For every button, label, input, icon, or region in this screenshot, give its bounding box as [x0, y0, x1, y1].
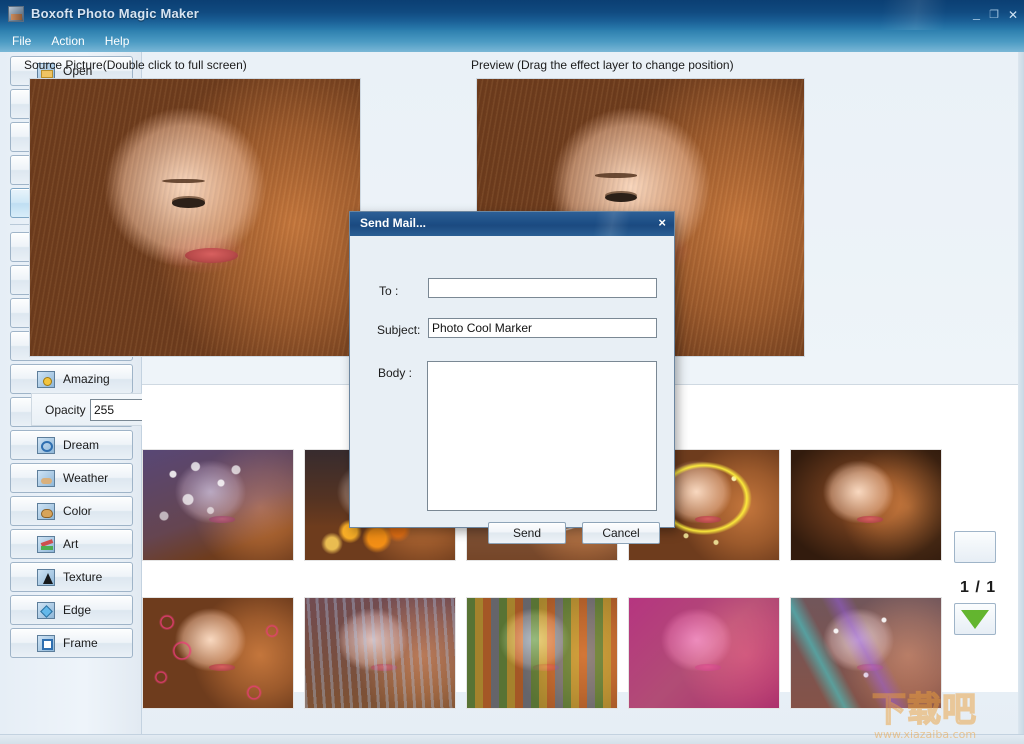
subject-value: Photo Cool Marker — [432, 321, 533, 335]
thumbnail-item[interactable] — [790, 449, 942, 561]
body-label: Body : — [378, 366, 413, 380]
minimize-icon[interactable] — [973, 8, 980, 21]
subject-input[interactable]: Photo Cool Marker — [428, 318, 657, 338]
texture-a-icon — [37, 569, 55, 586]
to-label: To : — [379, 284, 399, 298]
palette-icon — [37, 503, 55, 520]
sidebar-item-dream[interactable]: Dream — [10, 430, 133, 460]
down-arrow-icon — [961, 609, 989, 629]
dialog-body: To : Subject: Photo Cool Marker Body : S… — [350, 236, 674, 544]
sidebar-item-label: Amazing — [63, 372, 110, 386]
sidebar-item-label: Color — [63, 504, 92, 518]
sidebar-item-label: Edge — [63, 603, 92, 617]
window-controls — [973, 7, 1018, 22]
sidebar-item-label: Frame — [63, 636, 98, 650]
sidebar-item-color[interactable]: Color — [10, 496, 133, 526]
thumbnail-item[interactable] — [466, 597, 618, 709]
close-icon[interactable] — [1008, 8, 1018, 22]
preview-label: Preview (Drag the effect layer to change… — [471, 58, 734, 72]
source-picture[interactable] — [29, 78, 361, 357]
sidebar-item-label: Dream — [63, 438, 100, 452]
dream-ring-icon — [37, 437, 55, 454]
subject-label: Subject: — [377, 323, 421, 337]
application-window: Boxoft Photo Magic Maker File Action Hel… — [0, 0, 1024, 744]
thumbnail-item[interactable] — [790, 597, 942, 709]
sidebar-item-art[interactable]: Art — [10, 529, 133, 559]
page-up-button[interactable] — [954, 531, 996, 563]
thumbnail-item[interactable] — [628, 597, 780, 709]
smiley-icon — [37, 371, 55, 388]
dialog-close-icon[interactable]: × — [658, 216, 666, 230]
body-textarea[interactable] — [427, 361, 657, 511]
sidebar-item-edge[interactable]: Edge — [10, 595, 133, 625]
thumbnail-item[interactable] — [142, 449, 294, 561]
frame-icon — [37, 635, 55, 652]
menu-bar: File Action Help — [0, 30, 1024, 52]
source-picture-label: Source Picture(Double click to full scre… — [24, 58, 247, 72]
sidebar-item-label: Art — [63, 537, 79, 551]
thumbnail-item[interactable] — [142, 597, 294, 709]
menu-item-file[interactable]: File — [12, 34, 31, 48]
page-down-button[interactable] — [954, 603, 996, 635]
art-brush-icon — [37, 536, 55, 553]
source-portrait-image — [30, 79, 360, 356]
window-title: Boxoft Photo Magic Maker — [31, 6, 200, 21]
menu-item-help[interactable]: Help — [105, 34, 130, 48]
thumbnail-item[interactable] — [304, 597, 456, 709]
dialog-title: Send Mail... — [360, 216, 427, 230]
maximize-icon[interactable] — [989, 7, 999, 22]
right-edge-strip — [1018, 52, 1024, 744]
sidebar-item-amazing[interactable]: Amazing — [10, 364, 133, 394]
opacity-input[interactable]: 255 — [90, 399, 143, 421]
sidebar-item-texture[interactable]: Texture — [10, 562, 133, 592]
sidebar-item-label: Weather — [63, 471, 109, 485]
edge-diamond-icon — [37, 602, 55, 619]
opacity-value: 255 — [94, 403, 115, 417]
opacity-label: Opacity — [45, 403, 86, 417]
status-bar — [0, 734, 1024, 744]
send-mail-dialog: Send Mail... × To : Subject: Photo Cool … — [349, 211, 675, 544]
sidebar-item-label: Texture — [63, 570, 103, 584]
send-button[interactable]: Send — [488, 522, 566, 544]
cancel-button[interactable]: Cancel — [582, 522, 660, 544]
page-indicator: 1 / 1 — [960, 579, 997, 596]
to-input[interactable] — [428, 278, 657, 298]
menu-item-action[interactable]: Action — [51, 34, 84, 48]
title-bar: Boxoft Photo Magic Maker — [0, 0, 1024, 30]
sidebar-item-frame[interactable]: Frame — [10, 628, 133, 658]
sidebar-item-weather[interactable]: Weather — [10, 463, 133, 493]
app-icon — [8, 6, 24, 22]
weather-icon — [37, 470, 55, 487]
dialog-title-bar: Send Mail... × — [350, 212, 674, 236]
